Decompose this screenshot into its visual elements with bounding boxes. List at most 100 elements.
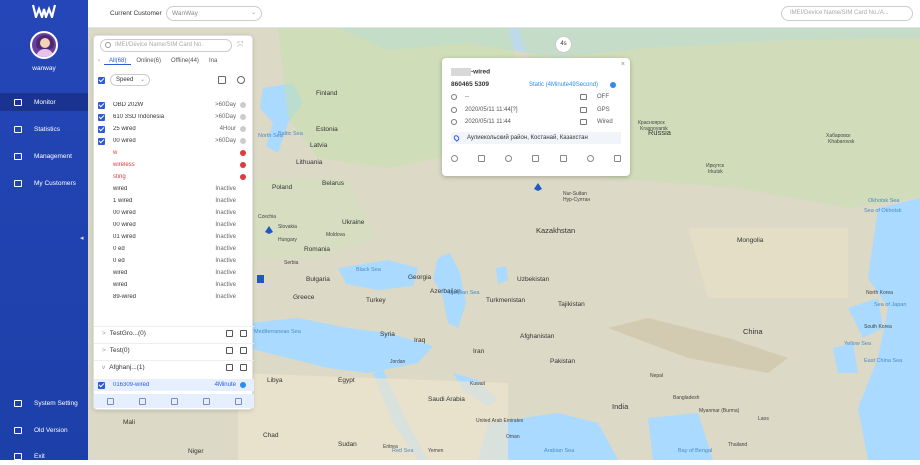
tab-all[interactable]: All(68) bbox=[104, 58, 132, 65]
map-label: Lithuania bbox=[296, 159, 323, 166]
crosshair-icon bbox=[580, 107, 587, 113]
playback-icon[interactable] bbox=[106, 397, 114, 405]
delete-group-icon[interactable] bbox=[240, 347, 247, 354]
map-label: Mongolia bbox=[737, 237, 764, 244]
device-checkbox[interactable] bbox=[98, 113, 105, 121]
details-icon[interactable] bbox=[202, 397, 210, 405]
device-checkbox[interactable] bbox=[98, 137, 105, 145]
device-status: Inactive bbox=[215, 210, 236, 216]
device-search-input[interactable]: IMEI/Device Name/SIM Card No. bbox=[100, 39, 232, 52]
edit-group-icon[interactable] bbox=[226, 330, 233, 337]
map-label: Kuwait bbox=[470, 381, 486, 387]
edit-group-icon[interactable] bbox=[226, 347, 233, 354]
sidebar-item-statistics[interactable]: Statistics bbox=[0, 120, 88, 138]
device-row[interactable]: 89-wired Inactive bbox=[94, 291, 254, 303]
sidebar-item-monitor[interactable]: Monitor bbox=[0, 93, 88, 111]
clear-search-icon[interactable]: ⤧ bbox=[237, 40, 243, 50]
status-dot bbox=[240, 186, 246, 192]
edit-group-icon[interactable] bbox=[226, 364, 233, 371]
device-checkbox[interactable] bbox=[98, 101, 105, 109]
status-dot bbox=[240, 114, 246, 120]
device-name: 01 wired bbox=[113, 234, 136, 240]
track-icon[interactable] bbox=[505, 155, 513, 162]
group-name: Test(0) bbox=[109, 347, 130, 354]
tab-online[interactable]: Online(6) bbox=[131, 58, 166, 64]
sidebar-item-system-setting[interactable]: System Setting bbox=[0, 394, 88, 412]
map-cluster-marker[interactable]: 4s bbox=[555, 36, 572, 53]
map-label: Bangladesh bbox=[673, 395, 700, 401]
device-status: Inactive bbox=[215, 222, 236, 228]
device-row[interactable]: sting bbox=[94, 171, 254, 183]
device-row[interactable]: wired Inactive bbox=[94, 267, 254, 279]
track-icon[interactable] bbox=[138, 397, 146, 405]
details-icon[interactable] bbox=[613, 155, 621, 162]
global-search-input[interactable]: IMEI/Device Name/SIM Card No./A... bbox=[781, 6, 913, 21]
device-row[interactable]: 0 ed Inactive bbox=[94, 243, 254, 255]
sidebar-item-my-customers[interactable]: My Customers bbox=[0, 174, 88, 192]
map-label: Myanmar (Burma) bbox=[699, 408, 740, 414]
device-search-placeholder: IMEI/Device Name/SIM Card No. bbox=[115, 42, 204, 48]
export-icon[interactable] bbox=[218, 76, 226, 84]
map-label: Irkutsk bbox=[708, 169, 723, 175]
add-icon[interactable] bbox=[237, 76, 245, 84]
device-name: 89-wired bbox=[113, 294, 137, 300]
device-row[interactable]: 610 3SD Indonesia >60Day bbox=[94, 111, 254, 123]
tab-prev-icon[interactable]: ‹ bbox=[94, 58, 104, 64]
device-row[interactable]: 01 wired Inactive bbox=[94, 231, 254, 243]
device-row[interactable]: w bbox=[94, 147, 254, 159]
device-row[interactable]: OBD 202W >60Day bbox=[94, 99, 254, 111]
select-all-checkbox[interactable] bbox=[98, 76, 105, 84]
more-icon[interactable] bbox=[234, 397, 242, 405]
map-label: China bbox=[743, 327, 763, 336]
device-row[interactable]: wired Inactive bbox=[94, 183, 254, 195]
map-label: Turkey bbox=[366, 297, 386, 304]
device-row[interactable]: 25 wired 4Hour bbox=[94, 123, 254, 135]
share-icon[interactable] bbox=[586, 155, 594, 162]
sidebar-item-old-version[interactable]: Old Version bbox=[0, 421, 88, 439]
tab-offline[interactable]: Offline(44) bbox=[166, 58, 204, 64]
group-row[interactable]: v Afghanj...(1) bbox=[94, 360, 254, 374]
map-label: Jordan bbox=[390, 359, 406, 365]
group-row[interactable]: > TestGro...(0) bbox=[94, 326, 254, 340]
device-status: Inactive bbox=[215, 282, 236, 288]
device-checkbox[interactable] bbox=[98, 125, 105, 133]
vehicle-marker[interactable] bbox=[264, 225, 273, 234]
device-row[interactable]: 00 wired >60Day bbox=[94, 135, 254, 147]
command-icon[interactable] bbox=[532, 155, 540, 162]
device-row[interactable]: wired Inactive bbox=[94, 279, 254, 291]
video-icon[interactable] bbox=[170, 397, 178, 405]
map-label: United Arab Emirates bbox=[476, 418, 524, 424]
playback-icon[interactable] bbox=[451, 155, 458, 162]
group-row[interactable]: > Test(0) bbox=[94, 343, 254, 357]
device-name: sting bbox=[113, 174, 126, 180]
sidebar-item-label: Exit bbox=[34, 452, 45, 460]
selected-device-row[interactable]: 016309-wired 4Minute bbox=[94, 379, 254, 391]
sort-select[interactable]: Speed ⌄ bbox=[110, 74, 150, 86]
map-label: Red Sea bbox=[392, 448, 414, 454]
sidebar-item-label: My Customers bbox=[34, 179, 76, 187]
vehicle-marker[interactable] bbox=[256, 274, 264, 283]
device-row[interactable]: 00 wired Inactive bbox=[94, 207, 254, 219]
collapse-sidebar-icon[interactable]: ◂ bbox=[80, 234, 84, 242]
map-label: Sea of Japan bbox=[874, 302, 907, 308]
map-label: North Korea bbox=[866, 290, 893, 296]
avatar[interactable] bbox=[30, 31, 58, 59]
device-checkbox[interactable] bbox=[98, 381, 105, 389]
close-icon[interactable]: × bbox=[621, 61, 625, 68]
map-label: Sudan bbox=[338, 441, 357, 448]
device-status: Inactive bbox=[215, 294, 236, 300]
vehicle-marker[interactable] bbox=[533, 182, 542, 191]
device-row[interactable]: 1 wired Inactive bbox=[94, 195, 254, 207]
video-icon[interactable] bbox=[559, 155, 567, 162]
delete-group-icon[interactable] bbox=[240, 364, 247, 371]
sidebar-item-management[interactable]: Management bbox=[0, 147, 88, 165]
navigate-icon[interactable] bbox=[478, 155, 486, 162]
current-customer-select[interactable]: WanWay ⌄ bbox=[166, 6, 262, 21]
device-row[interactable]: 0 ed Inactive bbox=[94, 255, 254, 267]
device-row[interactable]: wireless bbox=[94, 159, 254, 171]
device-row[interactable]: 00 wired Inactive bbox=[94, 219, 254, 231]
delete-group-icon[interactable] bbox=[240, 330, 247, 337]
device-status: Inactive bbox=[215, 270, 236, 276]
sidebar-item-exit[interactable]: Exit bbox=[0, 447, 88, 465]
tab-inactive[interactable]: Ina bbox=[204, 58, 222, 64]
